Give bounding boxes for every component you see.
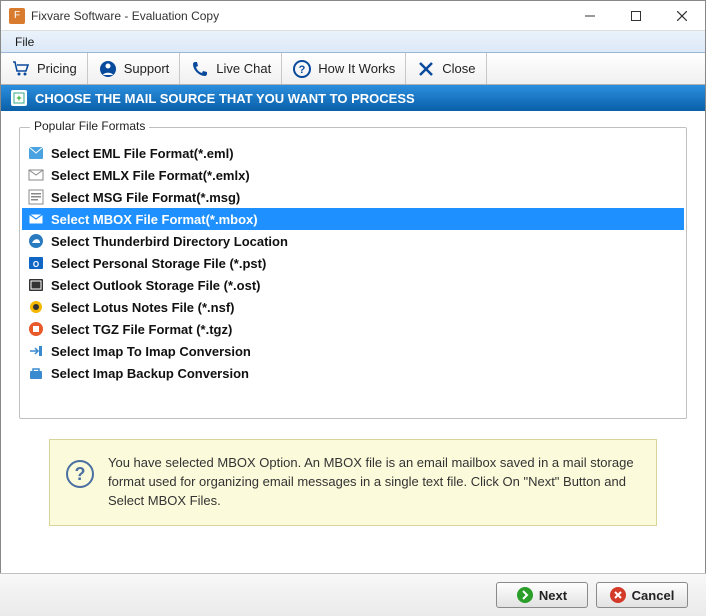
format-item-label: Select Lotus Notes File (*.nsf)	[51, 300, 234, 315]
svg-text:?: ?	[299, 64, 306, 76]
format-item[interactable]: Select Outlook Storage File (*.ost)	[22, 274, 684, 296]
support-icon	[98, 59, 118, 79]
cart-icon	[11, 59, 31, 79]
footer: Next Cancel	[0, 573, 706, 616]
cancel-label: Cancel	[632, 588, 675, 603]
toolbar: Pricing Support Live Chat ? How It Works…	[1, 53, 705, 85]
maximize-button[interactable]	[613, 1, 659, 31]
toolbar-support[interactable]: Support	[88, 53, 181, 84]
toolbar-close[interactable]: Close	[406, 53, 486, 84]
cancel-x-icon	[610, 587, 626, 603]
ost-icon	[28, 277, 44, 293]
emlx-icon	[28, 167, 44, 183]
format-item[interactable]: Select Imap Backup Conversion	[22, 362, 684, 384]
svg-text:+: +	[16, 93, 21, 103]
toolbar-livechat[interactable]: Live Chat	[180, 53, 282, 84]
format-item-label: Select Personal Storage File (*.pst)	[51, 256, 266, 271]
format-item[interactable]: O Select Personal Storage File (*.pst)	[22, 252, 684, 274]
imapb-icon	[28, 365, 44, 381]
format-item-label: Select EMLX File Format(*.emlx)	[51, 168, 250, 183]
cancel-button[interactable]: Cancel	[596, 582, 688, 608]
format-item[interactable]: Select Imap To Imap Conversion	[22, 340, 684, 362]
pst-icon: O	[28, 255, 44, 271]
question-icon: ?	[292, 59, 312, 79]
window-title: Fixvare Software - Evaluation Copy	[31, 9, 567, 23]
imap-icon	[28, 343, 44, 359]
header-text: CHOOSE THE MAIL SOURCE THAT YOU WANT TO …	[35, 91, 415, 106]
next-button[interactable]: Next	[496, 582, 588, 608]
info-box: ? You have selected MBOX Option. An MBOX…	[49, 439, 657, 526]
tbird-icon	[28, 233, 44, 249]
format-item[interactable]: Select EMLX File Format(*.emlx)	[22, 164, 684, 186]
mbox-icon	[28, 211, 44, 227]
format-item-label: Select Imap Backup Conversion	[51, 366, 249, 381]
format-item[interactable]: Select TGZ File Format (*.tgz)	[22, 318, 684, 340]
msg-icon	[28, 189, 44, 205]
formats-groupbox: Popular File Formats Select EML File For…	[19, 127, 687, 419]
phone-icon	[190, 59, 210, 79]
toolbar-livechat-label: Live Chat	[216, 61, 271, 76]
titlebar: F Fixvare Software - Evaluation Copy	[1, 1, 705, 31]
content-area: Popular File Formats Select EML File For…	[1, 111, 705, 534]
menu-file[interactable]: File	[7, 33, 42, 51]
format-item-label: Select MSG File Format(*.msg)	[51, 190, 240, 205]
format-item-label: Select TGZ File Format (*.tgz)	[51, 322, 232, 337]
format-item[interactable]: Select EML File Format(*.eml)	[22, 142, 684, 164]
toolbar-howitworks[interactable]: ? How It Works	[282, 53, 406, 84]
next-label: Next	[539, 588, 567, 603]
groupbox-legend: Popular File Formats	[30, 119, 149, 133]
info-question-icon: ?	[66, 460, 94, 488]
info-text: You have selected MBOX Option. An MBOX f…	[108, 454, 640, 511]
eml-icon	[28, 145, 44, 161]
toolbar-support-label: Support	[124, 61, 170, 76]
tgz-icon	[28, 321, 44, 337]
menubar: File	[1, 31, 705, 53]
format-item-label: Select EML File Format(*.eml)	[51, 146, 234, 161]
header-banner: + CHOOSE THE MAIL SOURCE THAT YOU WANT T…	[1, 85, 705, 111]
svg-text:O: O	[33, 260, 39, 269]
format-item[interactable]: Select Lotus Notes File (*.nsf)	[22, 296, 684, 318]
toolbar-howitworks-label: How It Works	[318, 61, 395, 76]
close-window-button[interactable]	[659, 1, 705, 31]
format-item[interactable]: Select MSG File Format(*.msg)	[22, 186, 684, 208]
format-item[interactable]: Select Thunderbird Directory Location	[22, 230, 684, 252]
window-controls	[567, 1, 705, 31]
app-icon: F	[9, 8, 25, 24]
next-arrow-icon	[517, 587, 533, 603]
format-list: Select EML File Format(*.eml) Select EMLX…	[22, 142, 684, 384]
toolbar-close-label: Close	[442, 61, 475, 76]
format-item[interactable]: Select MBOX File Format(*.mbox)	[22, 208, 684, 230]
toolbar-pricing-label: Pricing	[37, 61, 77, 76]
minimize-button[interactable]	[567, 1, 613, 31]
format-item-label: Select Outlook Storage File (*.ost)	[51, 278, 260, 293]
toolbar-pricing[interactable]: Pricing	[1, 53, 88, 84]
nsf-icon	[28, 299, 44, 315]
format-item-label: Select Imap To Imap Conversion	[51, 344, 251, 359]
header-icon: +	[11, 90, 27, 106]
format-item-label: Select Thunderbird Directory Location	[51, 234, 288, 249]
close-icon	[416, 59, 436, 79]
format-item-label: Select MBOX File Format(*.mbox)	[51, 212, 258, 227]
